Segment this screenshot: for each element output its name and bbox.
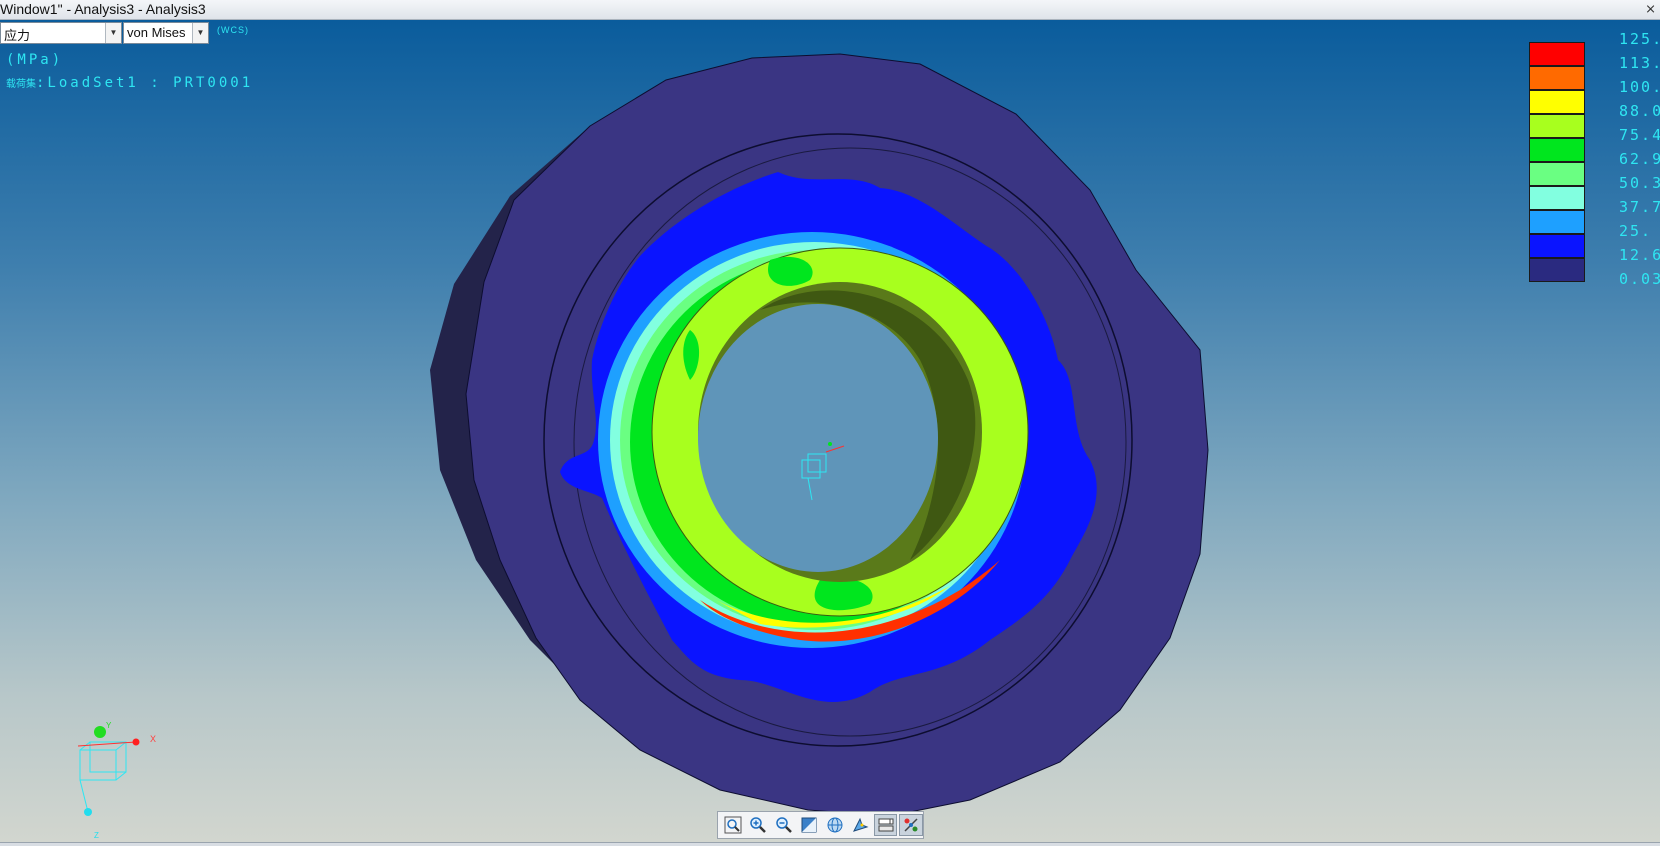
legend-label: 50.3 [1619,174,1660,192]
legend-swatch [1529,234,1585,258]
legend-swatch [1529,210,1585,234]
zoom-in-icon[interactable] [746,814,769,836]
legend-swatch [1529,90,1585,114]
result-component-value: von Mises [127,25,186,40]
loadset-line: 载荷集:LoadSet1 : PRT0001 [6,75,253,91]
graphics-viewport[interactable]: X Y Z 应力 ▼ von Mises ▼ (WCS) (MPa) 载荷集:L… [0,20,1660,842]
display-toggle-icon[interactable] [899,814,923,836]
chevron-down-icon[interactable]: ▼ [105,23,121,43]
view-manager-icon[interactable] [873,814,898,836]
legend-label: 37.7 [1619,198,1660,216]
close-icon[interactable]: ⨯ [1645,1,1656,17]
view-triad [77,726,140,816]
legend-label: 12.6 [1619,246,1660,264]
legend-label: 25. [1619,222,1653,240]
result-quantity-value: 应力 [4,28,31,43]
legend-swatch [1529,114,1585,138]
window-title: Window1" - Analysis3 - Analysis3 [0,1,206,17]
legend-swatch [1529,258,1585,282]
legend-label: 113. [1619,54,1660,72]
legend-label: 125. [1619,30,1660,48]
chevron-down-icon[interactable]: ▼ [192,23,208,43]
title-bar: Window1" - Analysis3 - Analysis3 ⨯ [0,0,1660,20]
loadset-value: :LoadSet1 : PRT0001 [36,75,254,91]
legend-swatch [1529,66,1585,90]
result-component-select[interactable]: von Mises ▼ [123,22,209,44]
legend-label: 0.03 [1619,270,1660,288]
result-quantity-select[interactable]: 应力 ▼ [0,22,122,44]
triad-x-label: X [150,734,156,744]
legend-label: 75.4 [1619,126,1660,144]
legend-label: 62.9 [1619,150,1660,168]
zoom-out-icon[interactable] [772,814,795,836]
fea-model-render: X Y Z [77,53,1209,840]
graphics-toolbar [717,811,924,839]
repaint-icon[interactable] [797,814,820,836]
bore-opening [698,304,938,572]
shading-icon[interactable] [823,814,846,836]
legend-swatch [1529,162,1585,186]
loadset-prefix: 载荷集 [6,79,36,90]
window-bottom-border [0,842,1660,846]
coord-system-label: (WCS) [217,25,249,35]
units-label: (MPa) [6,52,64,68]
triad-y-label: Y [106,721,112,730]
legend-label: 88.0 [1619,102,1660,120]
legend-label: 100. [1619,78,1660,96]
legend-swatch [1529,138,1585,162]
triad-z-label: Z [94,831,99,840]
legend-swatch [1529,42,1585,66]
zoom-fit-icon[interactable] [721,814,744,836]
spin-center-icon[interactable] [848,814,871,836]
legend-swatch [1529,186,1585,210]
